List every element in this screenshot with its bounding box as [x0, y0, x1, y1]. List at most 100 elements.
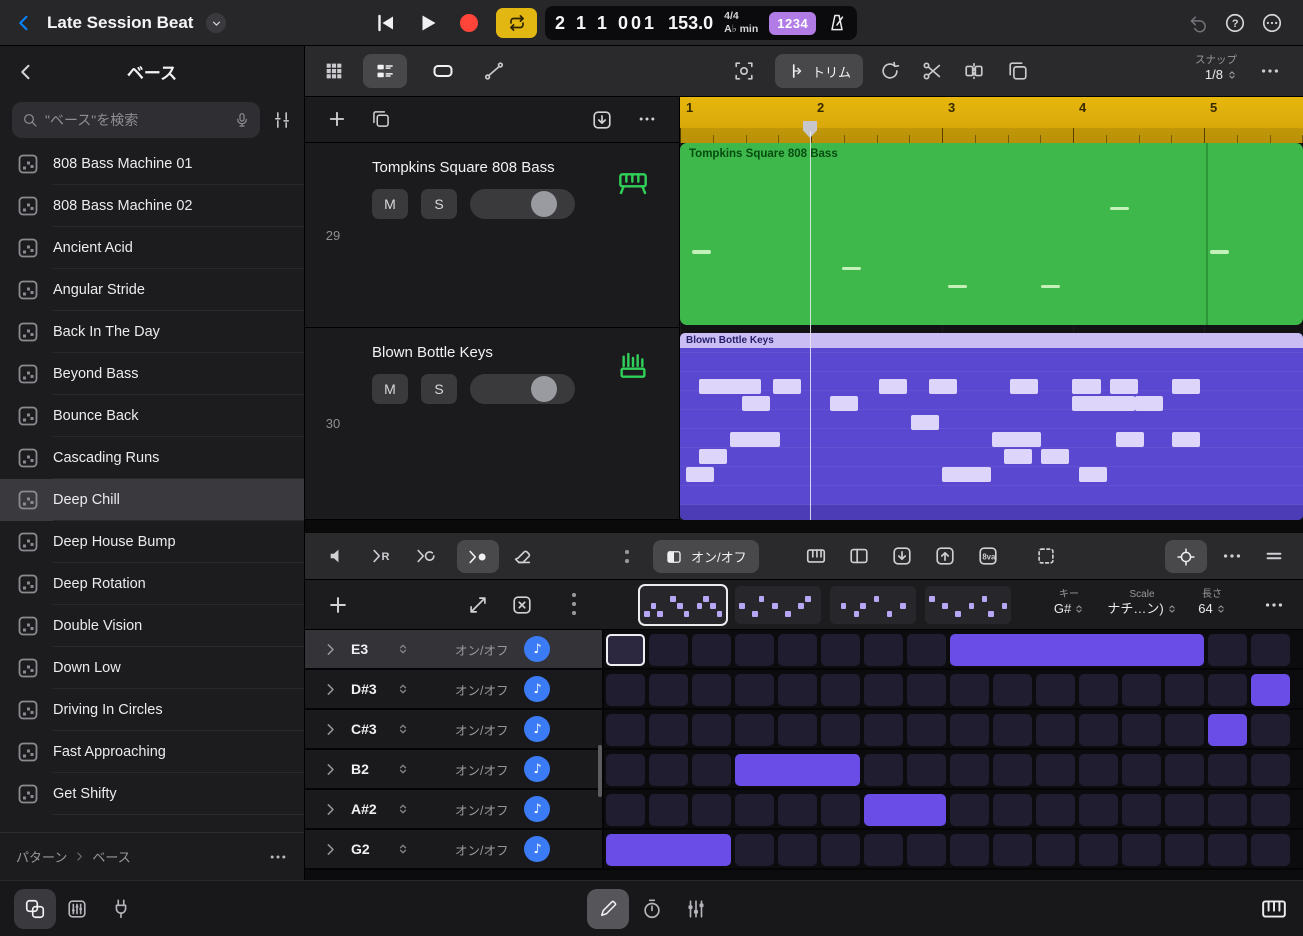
- step-cell[interactable]: [993, 794, 1032, 826]
- length-control[interactable]: 長さ 64: [1189, 588, 1235, 618]
- track-header-1[interactable]: 29 Tompkins Square 808 Bass M S: [305, 143, 679, 328]
- playhead[interactable]: [802, 121, 818, 520]
- keyboard-view-button[interactable]: [805, 545, 827, 567]
- step-cell[interactable]: [1251, 714, 1290, 746]
- step-cell[interactable]: [1208, 634, 1247, 666]
- step-cell[interactable]: [1165, 834, 1204, 866]
- sidebar-pattern-item[interactable]: 808 Bass Machine 02: [0, 185, 304, 227]
- transform-button[interactable]: [733, 60, 755, 82]
- stepper-icon[interactable]: [397, 843, 409, 855]
- step-cell[interactable]: [907, 634, 946, 666]
- note-icon[interactable]: ♪: [524, 676, 550, 702]
- step-cell[interactable]: [1036, 754, 1075, 786]
- step-row-header[interactable]: E3オン/オフ♪: [305, 630, 604, 668]
- pattern-mode-button[interactable]: [457, 540, 499, 573]
- pattern-more-button[interactable]: [1263, 594, 1285, 616]
- step-cell[interactable]: [907, 714, 946, 746]
- solo-button[interactable]: S: [421, 374, 457, 404]
- mixer-button[interactable]: [66, 898, 88, 920]
- duplicate-track-button[interactable]: [371, 109, 391, 129]
- drag-handle-dots[interactable]: [625, 550, 629, 554]
- step-cell[interactable]: [735, 834, 774, 866]
- step-cell[interactable]: [1122, 794, 1161, 826]
- sidebar-pattern-item[interactable]: Ancient Acid: [0, 227, 304, 269]
- step-row-header[interactable]: B2オン/オフ♪: [305, 750, 604, 788]
- step-cell[interactable]: [692, 714, 731, 746]
- mute-button[interactable]: M: [372, 189, 408, 219]
- step-cell[interactable]: [735, 674, 774, 706]
- play-button[interactable]: [416, 11, 440, 35]
- step-cell[interactable]: [1036, 834, 1075, 866]
- clear-pattern-button[interactable]: [511, 594, 533, 616]
- join-button[interactable]: [963, 60, 985, 82]
- solo-button[interactable]: S: [421, 189, 457, 219]
- step-cell[interactable]: [1079, 834, 1118, 866]
- step-cell[interactable]: [993, 834, 1032, 866]
- scale-pattern-button[interactable]: [467, 594, 489, 616]
- step-cell[interactable]: [864, 714, 903, 746]
- step-cell[interactable]: [649, 754, 688, 786]
- trim-button[interactable]: トリム: [775, 54, 863, 88]
- browser-more-button[interactable]: [268, 847, 288, 867]
- mute-button[interactable]: M: [372, 374, 408, 404]
- step-cell[interactable]: [606, 714, 645, 746]
- step-cell[interactable]: [649, 634, 688, 666]
- step-cell[interactable]: [1165, 754, 1204, 786]
- step-cell[interactable]: [1122, 674, 1161, 706]
- tuner-button[interactable]: [641, 898, 663, 920]
- key-control[interactable]: キー G#: [1047, 588, 1091, 618]
- active-step-bar[interactable]: [864, 794, 946, 826]
- volume-slider[interactable]: [470, 374, 575, 404]
- sidebar-pattern-item[interactable]: Back In The Day: [0, 311, 304, 353]
- step-row-header[interactable]: C#3オン/オフ♪: [305, 710, 604, 748]
- note-icon[interactable]: ♪: [524, 756, 550, 782]
- step-cell[interactable]: [864, 754, 903, 786]
- controls-button[interactable]: [685, 898, 707, 920]
- search-input[interactable]: [45, 112, 227, 128]
- sidebar-pattern-item[interactable]: Cascading Runs: [0, 437, 304, 479]
- sidebar-pattern-item[interactable]: Deep House Bump: [0, 521, 304, 563]
- step-cell[interactable]: [1165, 674, 1204, 706]
- step-cell[interactable]: [821, 834, 860, 866]
- step-cell[interactable]: [821, 714, 860, 746]
- add-track-button[interactable]: [327, 109, 347, 129]
- step-cell[interactable]: [778, 714, 817, 746]
- step-cell[interactable]: [1036, 714, 1075, 746]
- stepper-icon[interactable]: [397, 643, 409, 655]
- step-cell[interactable]: [606, 634, 645, 666]
- note-icon[interactable]: ♪: [524, 636, 550, 662]
- step-cell[interactable]: [1036, 674, 1075, 706]
- step-cell[interactable]: [864, 834, 903, 866]
- active-step-bar[interactable]: [1251, 674, 1290, 706]
- sidebar-pattern-item[interactable]: Beyond Bass: [0, 353, 304, 395]
- step-cell[interactable]: [1079, 674, 1118, 706]
- record-mode-button[interactable]: R: [371, 545, 393, 567]
- breadcrumb-root[interactable]: パターン: [16, 847, 67, 866]
- step-cell[interactable]: [1251, 794, 1290, 826]
- stepper-icon[interactable]: [397, 803, 409, 815]
- row-note-name[interactable]: C#3: [351, 721, 397, 737]
- loop-mode-button[interactable]: [415, 545, 437, 567]
- note-icon[interactable]: ♪: [524, 796, 550, 822]
- step-cell[interactable]: [993, 674, 1032, 706]
- sidebar-pattern-item[interactable]: Double Vision: [0, 605, 304, 647]
- sidebar-pattern-item[interactable]: Get Shifty: [0, 773, 304, 815]
- step-cell[interactable]: [735, 634, 774, 666]
- bar-ruler[interactable]: 12345: [680, 97, 1303, 143]
- step-cell[interactable]: [778, 794, 817, 826]
- step-row-header[interactable]: A#2オン/オフ♪: [305, 790, 604, 828]
- more-options-button[interactable]: [1261, 12, 1283, 34]
- step-cell[interactable]: [778, 634, 817, 666]
- step-cell[interactable]: [821, 634, 860, 666]
- octave-up-button[interactable]: [934, 545, 956, 567]
- step-row-header[interactable]: G2オン/オフ♪: [305, 830, 604, 868]
- disclosure-chevron-icon[interactable]: [323, 802, 338, 817]
- slider-knob[interactable]: [531, 191, 557, 217]
- slider-knob[interactable]: [531, 376, 557, 402]
- project-menu-button[interactable]: [206, 13, 226, 33]
- step-cell[interactable]: [907, 754, 946, 786]
- disclosure-chevron-icon[interactable]: [323, 762, 338, 777]
- onscreen-keyboard-button[interactable]: [1261, 896, 1287, 922]
- region-blown-bottle[interactable]: Blown Bottle Keys: [680, 333, 1303, 520]
- step-cell[interactable]: [606, 794, 645, 826]
